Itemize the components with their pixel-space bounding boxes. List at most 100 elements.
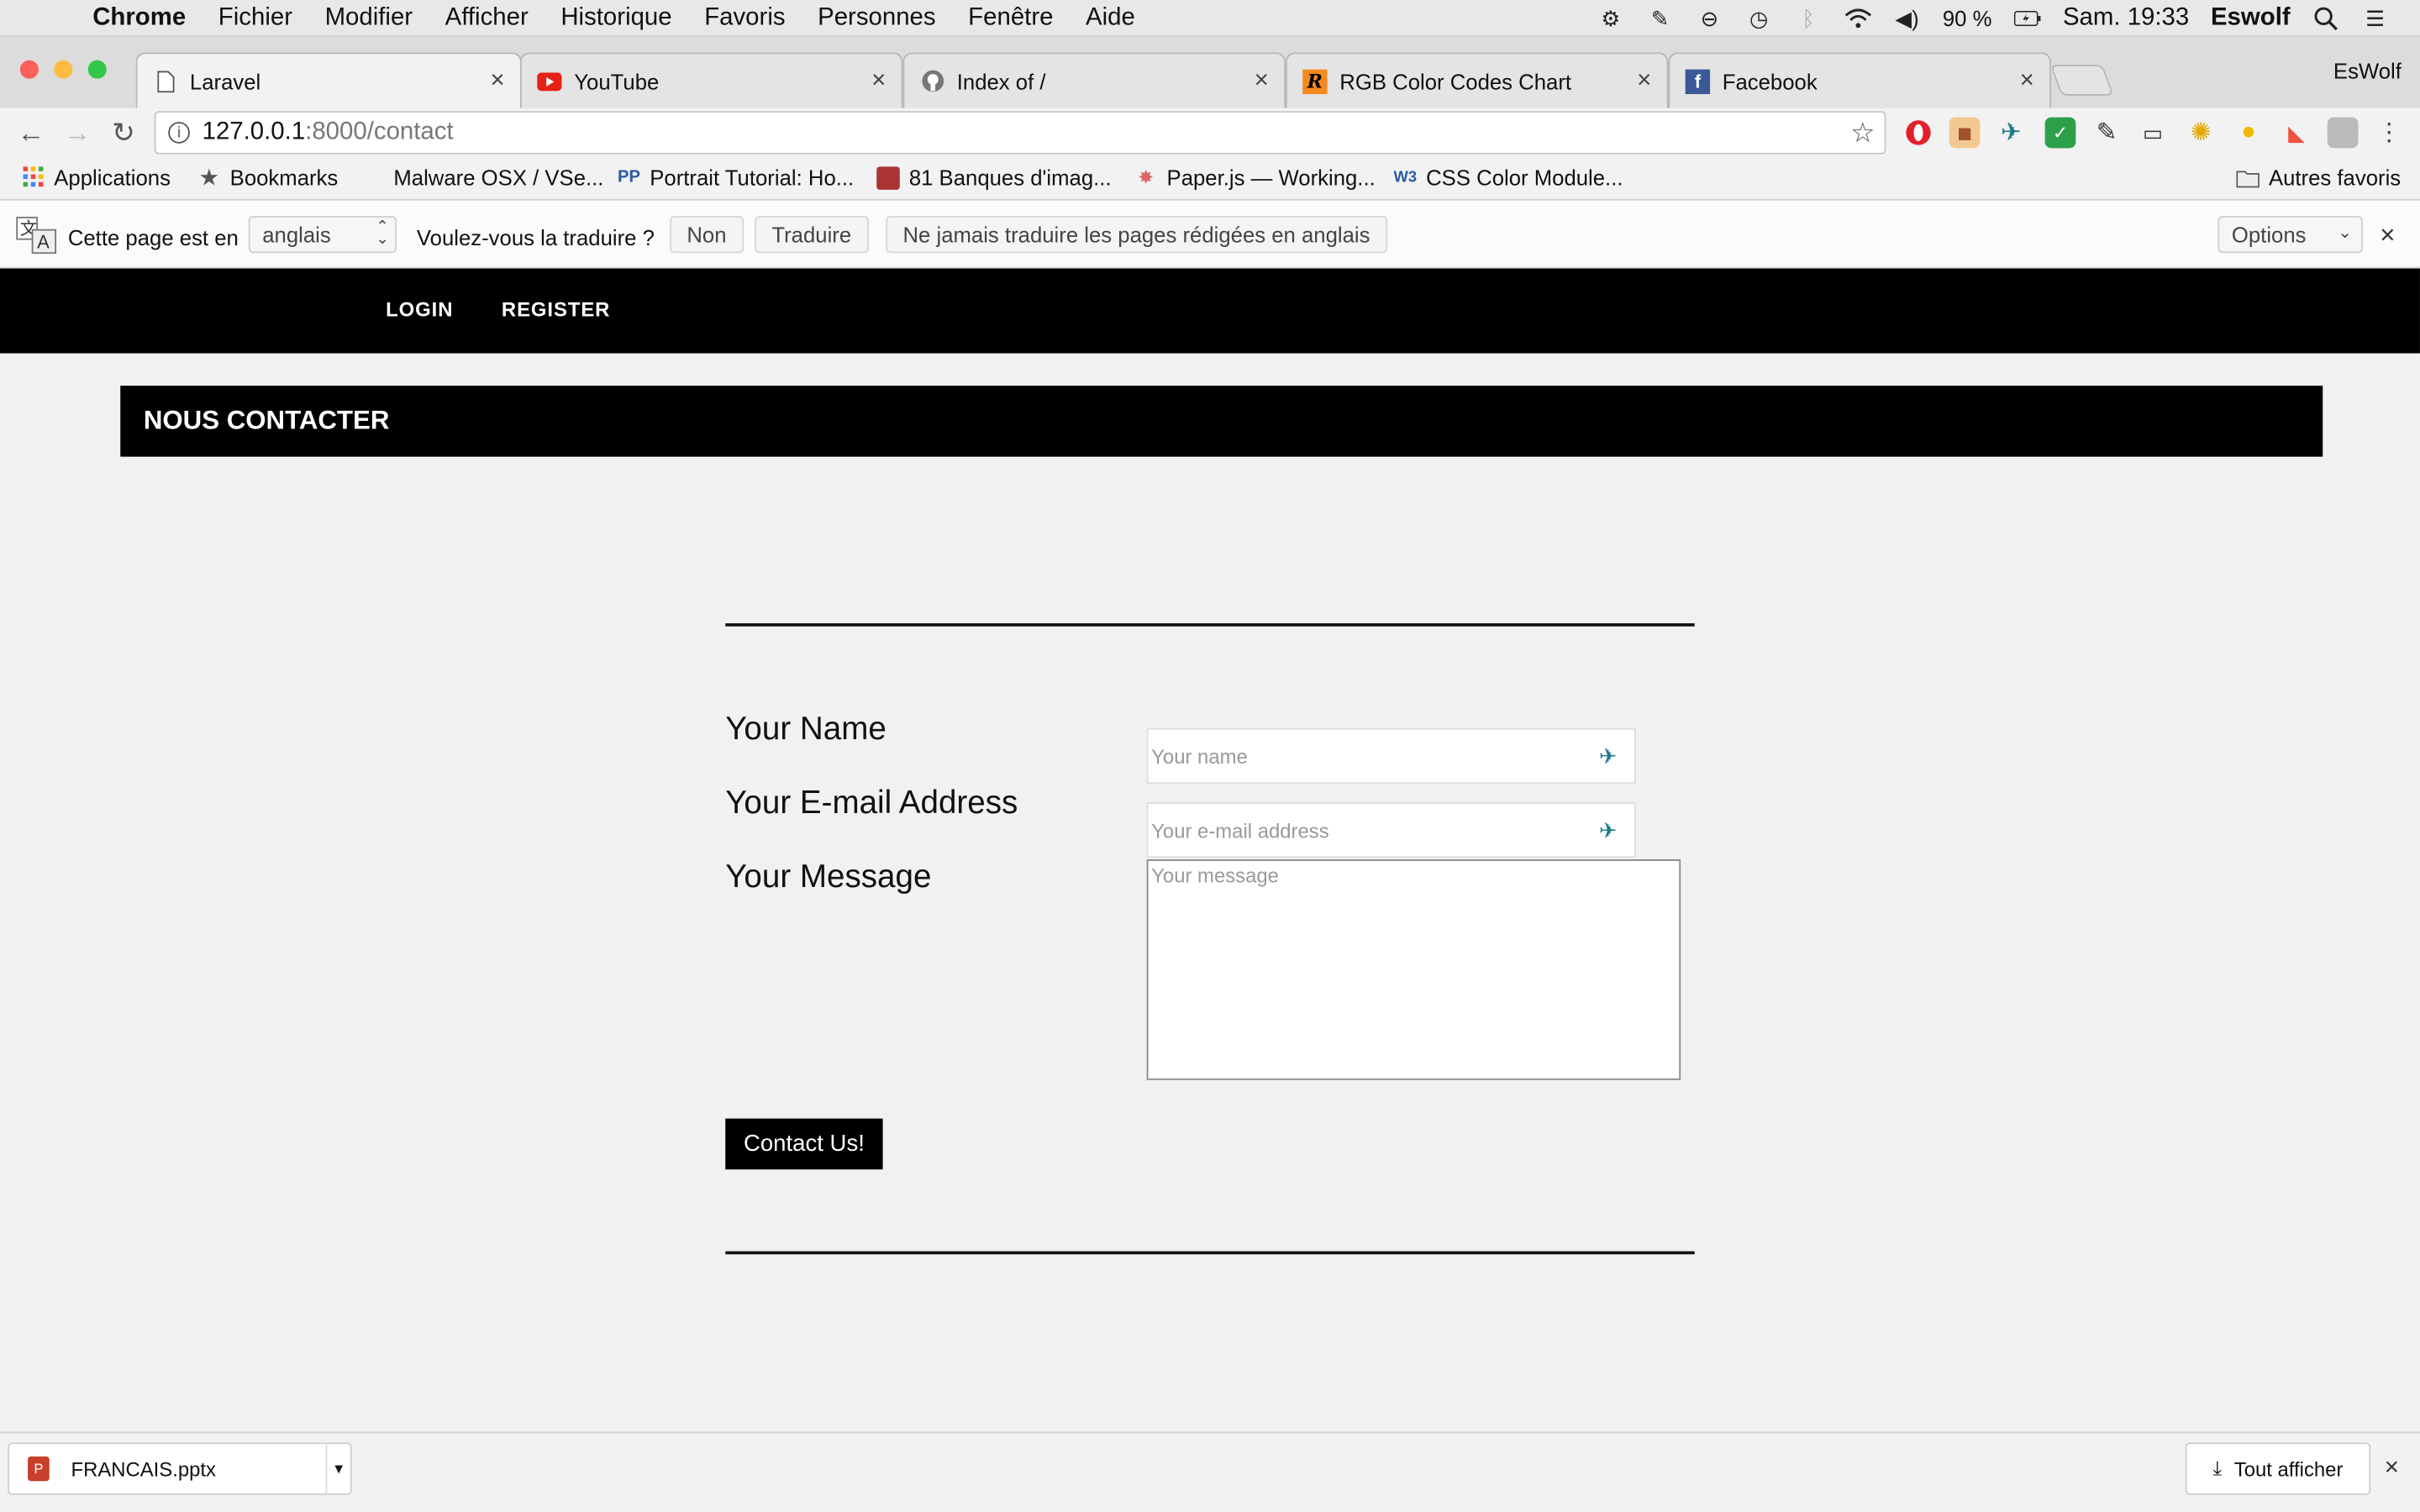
page-header-bar: NOUS CONTACTER [120, 386, 2323, 457]
never-translate-button[interactable]: Ne jamais traduire les pages rédigées en… [886, 216, 1387, 254]
name-input[interactable] [1146, 727, 1636, 785]
autofill-extension-icon[interactable]: ✈ [1599, 743, 1630, 768]
download-item[interactable]: P FRANCAIS.pptx ▼ [8, 1442, 352, 1495]
status-app-icon[interactable]: ⚙ [1597, 5, 1624, 30]
window-close-button[interactable] [19, 60, 39, 79]
translate-button[interactable]: Traduire [755, 216, 869, 254]
close-downloads-icon[interactable]: × [2385, 1455, 2399, 1483]
bookmark-star-icon[interactable]: ☆ [1850, 118, 1876, 150]
new-tab-button[interactable] [2049, 65, 2114, 96]
tab-facebook[interactable]: f Facebook × [1668, 52, 2051, 108]
nav-login-link[interactable]: LOGIN [386, 297, 453, 321]
wifi-icon[interactable] [1844, 6, 1871, 30]
apple-icon [361, 165, 385, 189]
menu-modifier[interactable]: Modifier [325, 4, 413, 32]
tab-youtube[interactable]: YouTube × [519, 52, 903, 108]
bookmark-label: CSS Color Module... [1426, 165, 1623, 190]
bookmark-autres-favoris[interactable]: Autres favoris [2236, 165, 2401, 190]
opera-extension-icon[interactable] [1903, 118, 1934, 149]
bookmark-label: Malware OSX / VSe... [393, 165, 604, 190]
clock[interactable]: Sam. 19:33 [2063, 5, 2189, 33]
tab-index-of[interactable]: Index of / × [902, 52, 1286, 108]
tab-close-icon[interactable]: × [1637, 67, 1651, 95]
user-name[interactable]: Eswolf [2211, 5, 2291, 33]
facebook-icon: f [1685, 68, 1711, 94]
tab-laravel[interactable]: Laravel × [135, 52, 522, 110]
chrome-menu-icon[interactable]: ⋮ [2374, 118, 2405, 149]
tab-close-icon[interactable]: × [490, 68, 504, 96]
menu-favoris[interactable]: Favoris [704, 4, 785, 32]
svg-text:A: A [37, 232, 50, 253]
address-bar[interactable]: i 127.0.0.1:8000/contact ☆ [154, 111, 1886, 155]
downloads-bar: P FRANCAIS.pptx ▼ ⤓ Tout afficher × [0, 1431, 2420, 1512]
bookmark-portrait-tutorial[interactable]: PP Portrait Tutorial: Ho... [618, 165, 855, 190]
menu-app-name[interactable]: Chrome [92, 4, 186, 32]
notification-center-icon[interactable]: ☰ [2361, 5, 2389, 30]
contact-us-button[interactable]: Contact Us! [725, 1118, 883, 1170]
bulb-extension-icon[interactable]: ● [2233, 118, 2265, 149]
spotlight-search-icon[interactable] [2312, 6, 2339, 31]
close-translate-icon[interactable]: × [2380, 221, 2395, 252]
bookmark-malware-osx[interactable]: Malware OSX / VSe... [361, 165, 604, 190]
bookmark-css-color-module[interactable]: W3 CSS Color Module... [1394, 165, 1623, 190]
menu-fichier[interactable]: Fichier [218, 4, 292, 32]
bluetooth-icon[interactable]: ᛒ [1795, 6, 1823, 30]
colorful-extension-icon[interactable]: ✺ [2186, 118, 2217, 149]
translate-question: Voulez-vous la traduire ? [416, 225, 655, 250]
bookmark-paperjs[interactable]: ✸ Paper.js — Working... [1134, 165, 1376, 190]
evernote-icon[interactable]: ✎ [1646, 5, 1674, 30]
site-info-icon[interactable]: i [168, 122, 190, 144]
pen-extension-icon[interactable]: ✈ [1996, 118, 2027, 149]
bookmark-label: Autres favoris [2268, 165, 2402, 190]
page-title: NOUS CONTACTER [143, 406, 390, 435]
window-minimize-button[interactable] [54, 60, 73, 79]
window-maximize-button[interactable] [87, 60, 107, 79]
laravel-extension-icon[interactable]: ◣ [2281, 118, 2312, 149]
bookmark-label: Portrait Tutorial: Ho... [650, 165, 855, 190]
evernote-extension-icon[interactable]: ✎ [2091, 118, 2123, 149]
tab-title: Index of / [956, 68, 1046, 94]
green-extension-icon[interactable]: ✓ [2044, 117, 2076, 149]
menu-personnes[interactable]: Personnes [818, 4, 936, 32]
battery-icon[interactable] [2013, 6, 2041, 30]
back-icon[interactable]: ← [13, 114, 50, 151]
bookmark-folder-bookmarks[interactable]: ★ Bookmarks [197, 165, 339, 192]
download-menu-caret-icon[interactable]: ▼ [325, 1444, 350, 1494]
reload-icon[interactable]: ↻ [105, 114, 142, 151]
show-all-downloads-button[interactable]: ⤓ Tout afficher [2185, 1442, 2371, 1495]
menu-afficher[interactable]: Afficher [445, 4, 529, 32]
nav-register-link[interactable]: REGISTER [502, 297, 610, 321]
translate-no-button[interactable]: Non [670, 216, 744, 254]
menu-fenetre[interactable]: Fenêtre [968, 4, 1053, 32]
updown-icon: ⌃ ⌄ [376, 218, 389, 249]
sync-icon[interactable]: ⊖ [1696, 5, 1723, 30]
menu-aide[interactable]: Aide [1086, 4, 1135, 32]
bookmark-label: Paper.js — Working... [1166, 165, 1376, 190]
profile-name[interactable]: EsWolf [2333, 59, 2402, 83]
rapidtables-icon: R [1302, 68, 1328, 94]
bookmark-label: Applications [54, 165, 171, 190]
cast-icon[interactable]: ▭ [2138, 118, 2169, 149]
message-textarea[interactable] [1146, 859, 1681, 1080]
forward-icon[interactable]: → [59, 114, 96, 151]
volume-icon[interactable]: ◀) [1893, 5, 1921, 30]
email-input[interactable] [1146, 802, 1636, 858]
tab-strip: Laravel × YouTube × Index of / × R RGB C… [0, 37, 2420, 110]
powerpoint-file-icon: P [28, 1456, 50, 1482]
youtube-icon [537, 69, 562, 93]
gray-extension-icon[interactable] [2327, 117, 2359, 149]
tab-title: RGB Color Codes Chart [1339, 68, 1572, 94]
tab-close-icon[interactable]: × [2020, 67, 2034, 95]
tab-close-icon[interactable]: × [871, 67, 886, 95]
battery-percent: 90 % [1942, 6, 1992, 31]
tab-close-icon[interactable]: × [1255, 67, 1269, 95]
bookmark-applications[interactable]: Applications [22, 165, 171, 190]
source-language-select[interactable]: anglais ⌃ ⌄ [248, 216, 397, 254]
extension-icon[interactable]: ◼ [1949, 117, 1981, 149]
time-machine-icon[interactable]: ◷ [1745, 5, 1773, 30]
bookmark-banques-images[interactable]: 81 Banques d'imag... [876, 165, 1112, 190]
translate-options-select[interactable]: Options ⌄ [2217, 216, 2363, 254]
menu-historique[interactable]: Historique [560, 4, 671, 32]
autofill-extension-icon[interactable]: ✈ [1599, 817, 1630, 842]
tab-rgb-color-codes[interactable]: R RGB Color Codes Chart × [1285, 52, 1669, 108]
